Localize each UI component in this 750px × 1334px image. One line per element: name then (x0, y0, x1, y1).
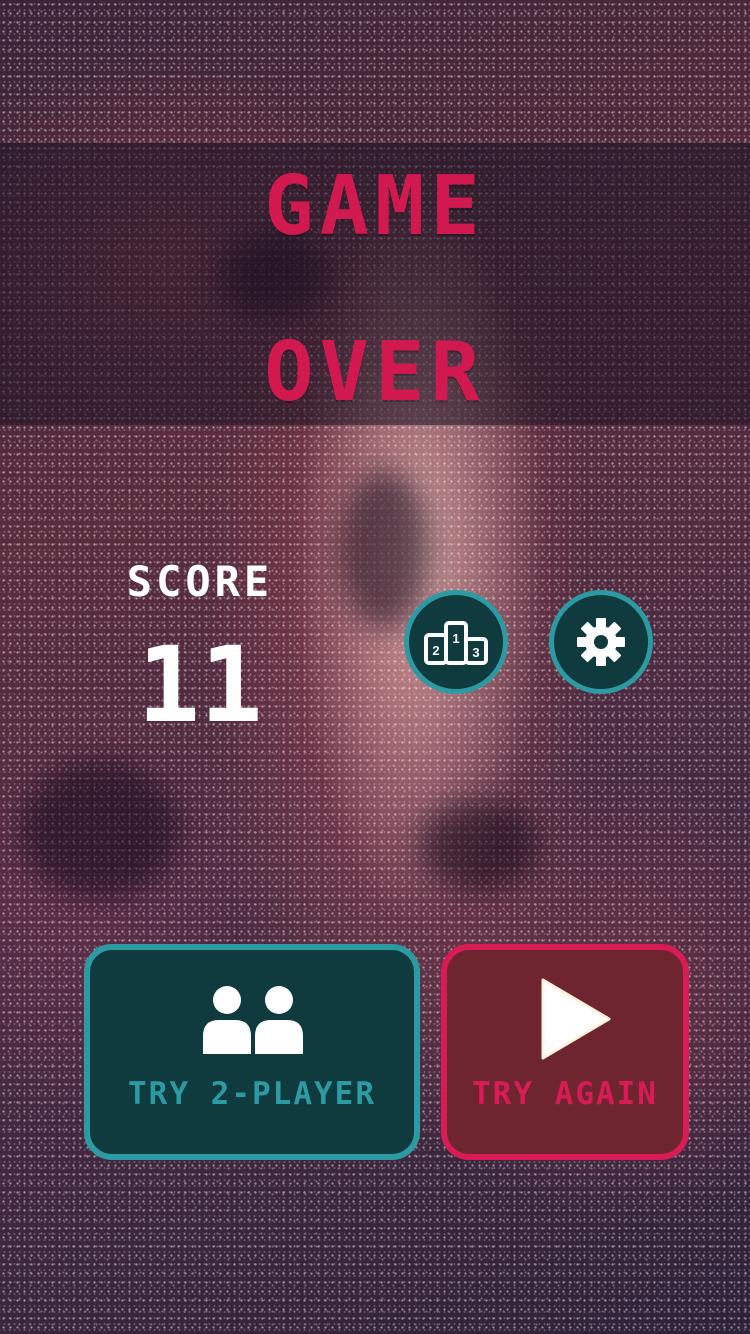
dark-nebula (420, 800, 540, 890)
try-two-player-label: TRY 2-PLAYER (128, 1076, 376, 1112)
podium-icon: 1 2 3 (424, 621, 488, 665)
score-value: 11 (137, 624, 263, 746)
try-two-player-button[interactable]: TRY 2-PLAYER (84, 944, 420, 1160)
svg-text:1: 1 (452, 631, 459, 646)
title-game: GAME (264, 159, 486, 254)
play-icon (541, 978, 611, 1060)
settings-button[interactable] (549, 590, 653, 694)
try-again-label: TRY AGAIN (472, 1076, 658, 1112)
score-label: SCORE (126, 557, 274, 606)
svg-text:2: 2 (432, 643, 439, 658)
game-over-banner: GAME OVER (0, 143, 750, 425)
two-players-icon (203, 986, 303, 1054)
leaderboard-button[interactable]: 1 2 3 (404, 590, 508, 694)
gear-icon (577, 618, 625, 666)
try-again-button[interactable]: TRY AGAIN (441, 944, 689, 1160)
svg-text:3: 3 (472, 645, 479, 660)
dark-nebula (20, 760, 180, 900)
dark-nebula (340, 470, 430, 630)
title-over: OVER (264, 325, 486, 420)
